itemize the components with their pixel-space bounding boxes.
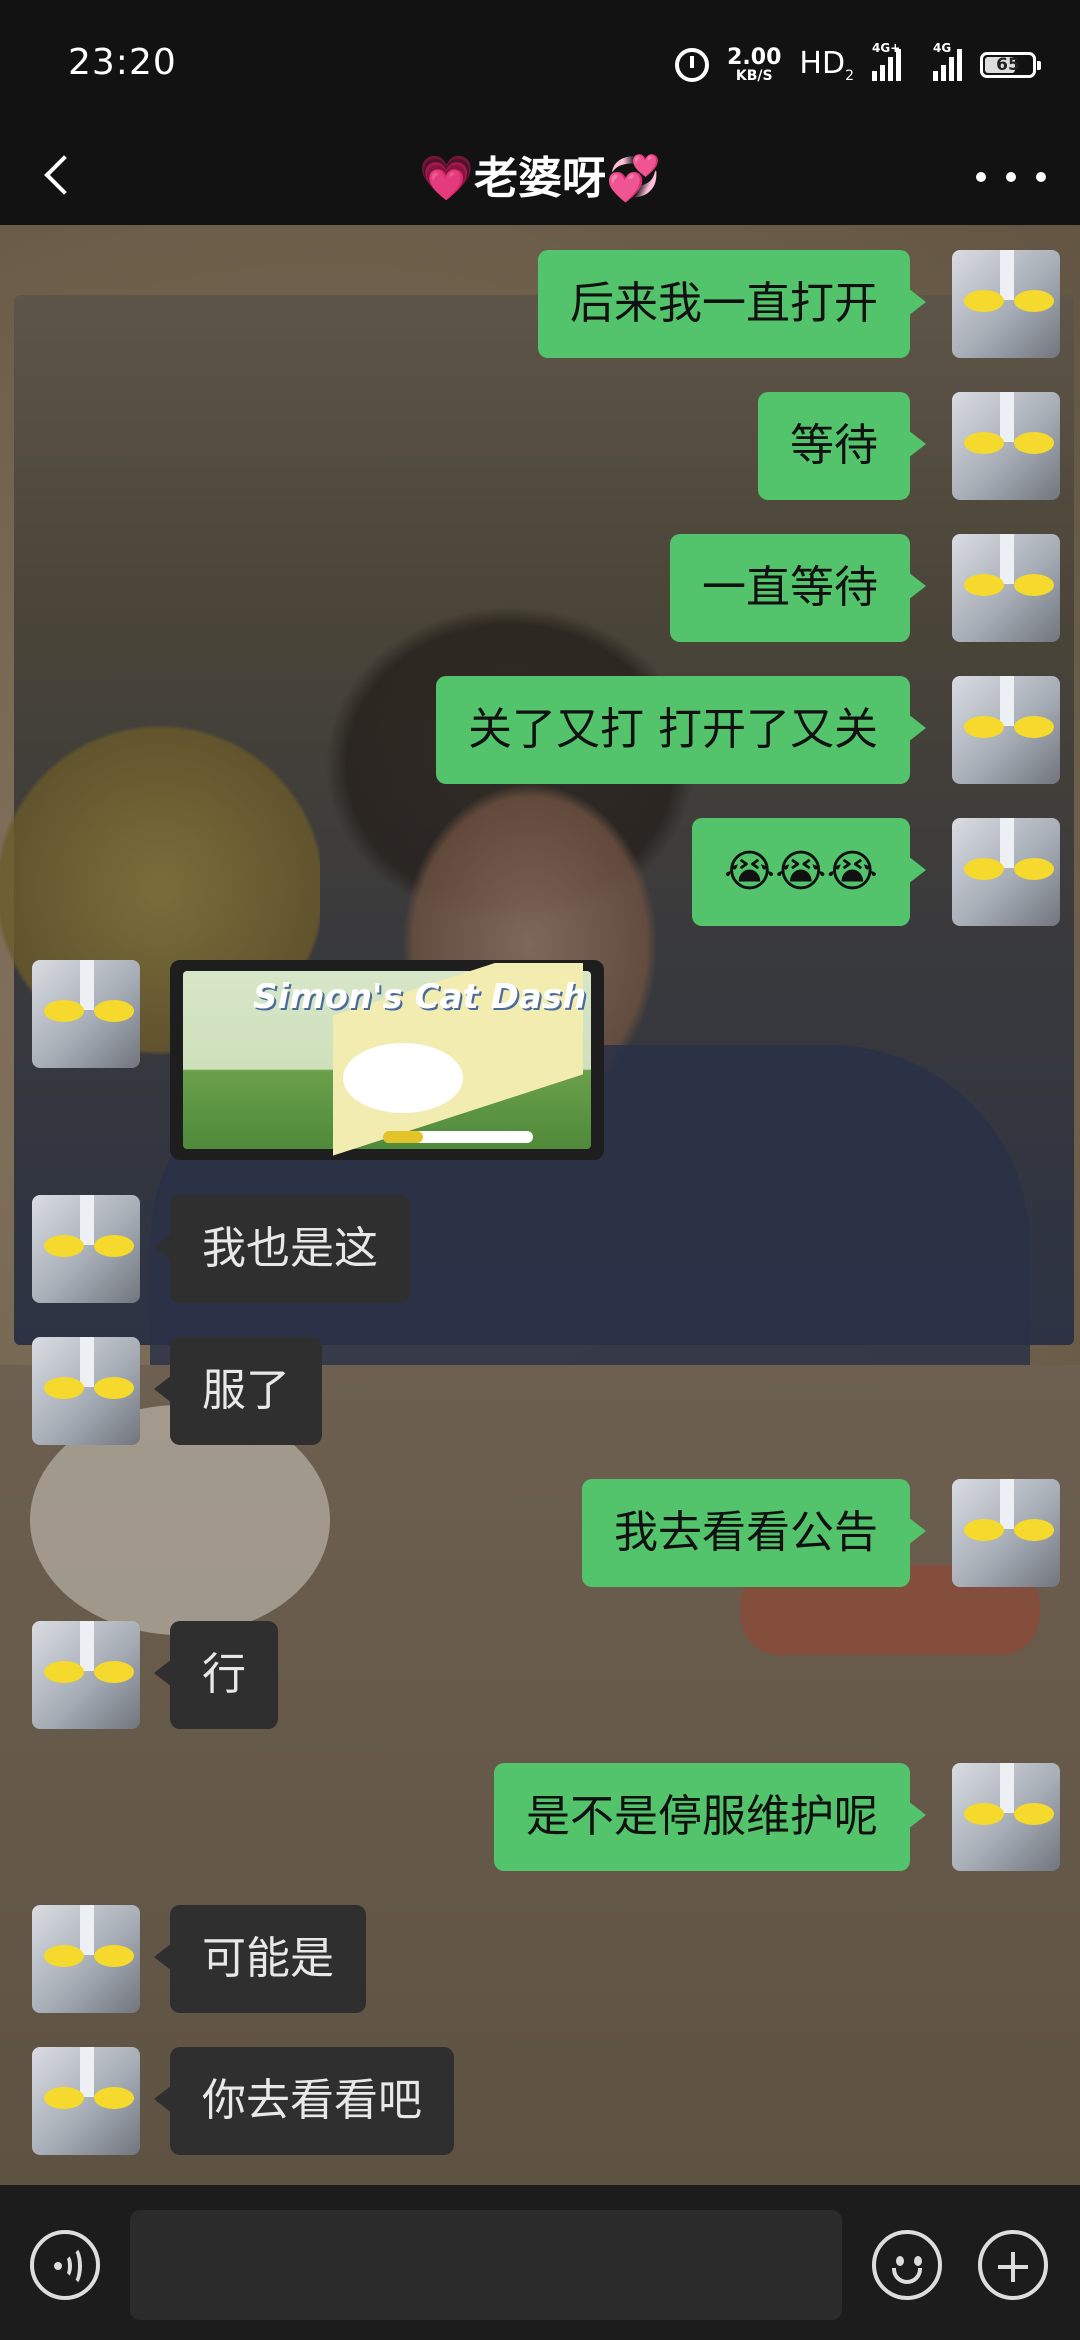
- more-button[interactable]: [976, 152, 1046, 202]
- sim1-network-tag: 4G+: [872, 41, 901, 55]
- avatar[interactable]: [952, 534, 1060, 642]
- hd-icon: HD2: [799, 46, 854, 84]
- message-bubble[interactable]: 等待: [758, 392, 926, 500]
- message-list: 后来我一直打开 等待 一直等待 关了又打 打开了又关 😭😭😭 Simon's C…: [0, 225, 1080, 2185]
- emoji-button[interactable]: [872, 2230, 942, 2300]
- sim2-network-tag: 4G: [933, 41, 952, 55]
- battery-level: 65: [996, 55, 1020, 75]
- message-bubble[interactable]: 我也是这: [154, 1195, 410, 1303]
- avatar[interactable]: [32, 1337, 140, 1445]
- battery-icon: 65: [980, 52, 1041, 78]
- chat-title: 💗老婆呀💞: [419, 153, 661, 204]
- emoji-icon: [896, 2256, 904, 2266]
- avatar[interactable]: [32, 1195, 140, 1303]
- network-speed-unit: KB/S: [735, 68, 773, 84]
- message-bubble[interactable]: 是不是停服维护呢: [494, 1763, 926, 1871]
- plus-button[interactable]: [978, 2230, 1048, 2300]
- status-time: 23:20: [68, 42, 177, 83]
- avatar[interactable]: [32, 1621, 140, 1729]
- network-speed-value: 2.00: [727, 45, 782, 70]
- avatar[interactable]: [952, 1479, 1060, 1587]
- message-bubble[interactable]: 😭😭😭: [691, 818, 927, 926]
- message-bubble[interactable]: 行: [154, 1621, 278, 1729]
- alarm-icon: [675, 48, 710, 82]
- message-bubble[interactable]: 一直等待: [670, 534, 926, 642]
- avatar[interactable]: [952, 392, 1060, 500]
- image-game-title: Simon's Cat Dash: [253, 977, 587, 1017]
- signal-icon: 4G: [933, 41, 962, 81]
- image-thumbnail[interactable]: Simon's Cat Dash: [170, 960, 604, 1160]
- more-dots-icon: [976, 172, 986, 182]
- message-bubble[interactable]: 可能是: [154, 1905, 366, 2013]
- avatar[interactable]: [32, 960, 140, 1068]
- chat-header: 💗老婆呀💞: [0, 130, 1080, 225]
- avatar[interactable]: [952, 676, 1060, 784]
- status-bar: 23:20 2.00 KB/S HD2 4G+ 4G 65: [0, 0, 1080, 130]
- avatar[interactable]: [952, 250, 1060, 358]
- message-bubble[interactable]: 后来我一直打开: [538, 250, 926, 358]
- avatar[interactable]: [952, 818, 1060, 926]
- voice-button[interactable]: [30, 2230, 100, 2300]
- signal-icon: 4G+: [872, 41, 901, 81]
- message-bubble[interactable]: 关了又打 打开了又关: [436, 676, 926, 784]
- hd-label: HD: [799, 46, 846, 81]
- avatar[interactable]: [32, 2047, 140, 2155]
- message-bubble[interactable]: 我去看看公告: [582, 1479, 926, 1587]
- network-speed: 2.00 KB/S: [727, 45, 782, 84]
- message-bubble[interactable]: 你去看看吧: [154, 2047, 454, 2155]
- avatar[interactable]: [32, 1905, 140, 2013]
- input-bar: [0, 2185, 1080, 2340]
- message-bubble[interactable]: 服了: [154, 1337, 322, 1445]
- status-icons: 2.00 KB/S HD2 4G+ 4G 65: [675, 40, 1041, 90]
- chat-area[interactable]: 后来我一直打开 等待 一直等待 关了又打 打开了又关 😭😭😭 Simon's C…: [0, 225, 1080, 2185]
- message-input[interactable]: [130, 2210, 842, 2320]
- avatar[interactable]: [952, 1763, 1060, 1871]
- hd-sub: 2: [845, 68, 854, 84]
